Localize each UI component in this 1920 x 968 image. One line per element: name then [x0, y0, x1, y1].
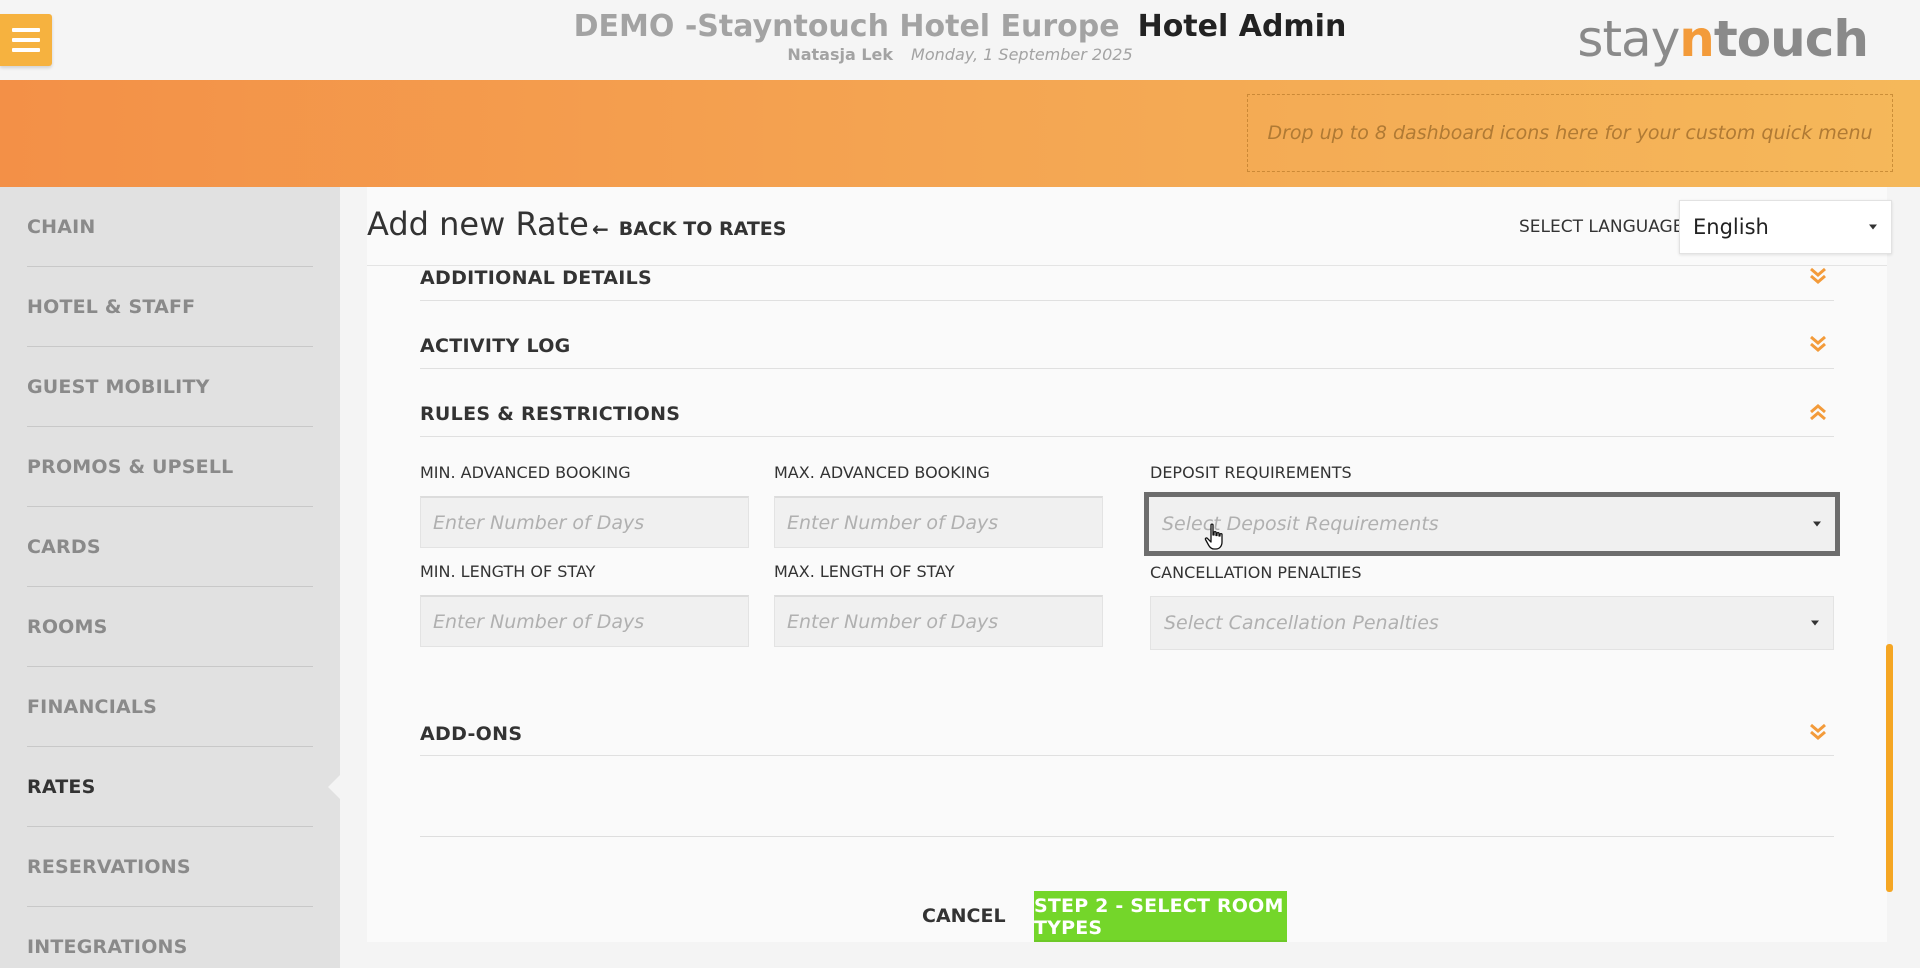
min-length-of-stay-input[interactable]: Enter Number of Days: [420, 595, 749, 647]
double-chevron-up-icon[interactable]: [1807, 401, 1829, 423]
double-chevron-down-icon[interactable]: [1807, 721, 1829, 743]
sidebar-item-rates[interactable]: RATES: [27, 747, 313, 827]
language-label: SELECT LANGUAGE: [1519, 217, 1684, 237]
min-length-of-stay-label: MIN. LENGTH OF STAY: [420, 562, 596, 581]
page-title: Add new Rate: [367, 205, 589, 243]
deposit-requirements-select[interactable]: Select Deposit Requirements: [1144, 492, 1840, 556]
double-chevron-down-icon[interactable]: [1807, 265, 1829, 287]
max-length-of-stay-input[interactable]: Enter Number of Days: [774, 595, 1103, 647]
cancellation-penalties-select[interactable]: Select Cancellation Penalties: [1150, 596, 1834, 650]
caret-down-icon: [1869, 224, 1877, 230]
divider: [420, 436, 1834, 437]
min-advanced-booking-label: MIN. ADVANCED BOOKING: [420, 463, 631, 482]
cancellation-penalties-label: CANCELLATION PENALTIES: [1150, 563, 1362, 582]
hotel-name: DEMO -Stayntouch Hotel Europe: [573, 9, 1120, 44]
section-add-ons[interactable]: ADD-ONS: [420, 723, 522, 745]
sidebar-item-integrations[interactable]: INTEGRATIONS: [27, 907, 313, 968]
divider: [420, 836, 1834, 837]
active-item-indicator: [328, 774, 341, 800]
sidebar-item-reservations[interactable]: RESERVATIONS: [27, 827, 313, 907]
language-select[interactable]: English: [1679, 200, 1892, 254]
min-advanced-booking-input[interactable]: Enter Number of Days: [420, 496, 749, 548]
sidebar-item-hotel-staff[interactable]: HOTEL & STAFF: [27, 267, 313, 347]
section-additional-details[interactable]: ADDITIONAL DETAILS: [420, 267, 652, 289]
sidebar-item-chain[interactable]: CHAIN: [27, 187, 313, 267]
sidebar: CHAIN HOTEL & STAFF GUEST MOBILITY PROMO…: [0, 187, 341, 968]
sidebar-item-financials[interactable]: FINANCIALS: [27, 667, 313, 747]
sidebar-item-guest-mobility[interactable]: GUEST MOBILITY: [27, 347, 313, 427]
max-advanced-booking-input[interactable]: Enter Number of Days: [774, 496, 1103, 548]
divider: [420, 368, 1834, 369]
deposit-requirements-label: DEPOSIT REQUIREMENTS: [1150, 463, 1352, 482]
arrow-left-icon: ←: [592, 217, 609, 241]
double-chevron-down-icon[interactable]: [1807, 333, 1829, 355]
top-header: DEMO -Stayntouch Hotel Europe Hotel Admin…: [0, 0, 1920, 80]
sidebar-item-rooms[interactable]: ROOMS: [27, 587, 313, 667]
business-date: Monday, 1 September 2025: [911, 45, 1133, 64]
divider: [420, 755, 1834, 756]
stayntouch-logo: stayntouch: [1577, 10, 1869, 68]
section-activity-log[interactable]: ACTIVITY LOG: [420, 335, 571, 357]
cancel-button[interactable]: CANCEL: [922, 905, 1006, 927]
quick-menu-drop-zone[interactable]: Drop up to 8 dashboard icons here for yo…: [1247, 94, 1893, 172]
user-name: Natasja Lek: [787, 45, 894, 64]
step-2-select-room-types-button[interactable]: STEP 2 - SELECT ROOM TYPES: [1034, 891, 1287, 942]
scrollbar[interactable]: [1886, 644, 1893, 892]
dashboard-bar: Drop up to 8 dashboard icons here for yo…: [0, 80, 1920, 187]
sidebar-item-promos-upsell[interactable]: PROMOS & UPSELL: [27, 427, 313, 507]
section-rules-restrictions[interactable]: RULES & RESTRICTIONS: [420, 403, 680, 425]
main-panel: Add new Rate ← BACK TO RATES SELECT LANG…: [367, 187, 1892, 942]
page-header: Add new Rate ← BACK TO RATES SELECT LANG…: [367, 187, 1892, 266]
sidebar-item-cards[interactable]: CARDS: [27, 507, 313, 587]
max-length-of-stay-label: MAX. LENGTH OF STAY: [774, 562, 955, 581]
caret-down-icon: [1813, 521, 1821, 527]
max-advanced-booking-label: MAX. ADVANCED BOOKING: [774, 463, 990, 482]
caret-down-icon: [1811, 620, 1819, 626]
hand-pointer-icon: [1204, 523, 1223, 550]
divider: [420, 300, 1834, 301]
app-name: Hotel Admin: [1137, 9, 1347, 44]
back-to-rates-link[interactable]: ← BACK TO RATES: [592, 217, 786, 241]
